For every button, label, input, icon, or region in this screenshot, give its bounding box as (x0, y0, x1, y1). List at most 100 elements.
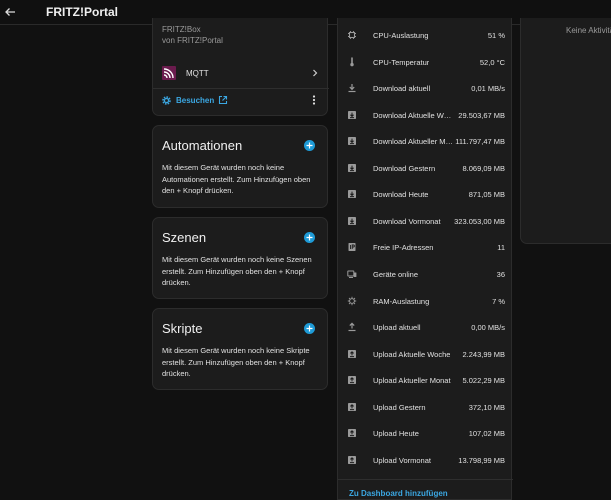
download-box-icon (347, 110, 357, 120)
divider (338, 479, 513, 480)
sensor-row[interactable]: Download Vormonat 323.053,00 MB (347, 214, 505, 228)
sensor-value: 323.053,00 MB (454, 216, 505, 226)
sensor-row[interactable]: Download aktuell 0,01 MB/s (347, 81, 505, 95)
device-model: FRITZ!Box (162, 25, 201, 34)
gear-icon (162, 95, 171, 105)
download-box-icon (347, 216, 357, 226)
device-info-card: FRITZ!Box von FRITZ!Portal MQTT Besuchen (152, 18, 329, 116)
sensor-label: CPU-Temperatur (373, 57, 430, 67)
add-scene-button[interactable] (304, 232, 315, 243)
add-script-button[interactable] (304, 323, 315, 334)
sensor-value: 0,01 MB/s (471, 83, 505, 93)
sensor-row[interactable]: Download Gestern 8.069,09 MB (347, 161, 505, 175)
sensor-value: 36 (496, 269, 505, 279)
sensor-row[interactable]: Download Aktuelle Woche 29.503,67 MB (347, 108, 505, 122)
sensor-value: 51 % (487, 30, 505, 40)
sensor-row[interactable]: Upload Gestern 372,10 MB (347, 400, 505, 414)
activity-card: Keine Aktivitäten (520, 18, 611, 244)
sensor-value: 13.798,99 MB (458, 455, 505, 465)
ram-icon (347, 296, 357, 306)
sensor-value: 52,0 °C (479, 57, 505, 67)
back-arrow-icon[interactable] (2, 4, 18, 20)
sensor-row[interactable]: Download Aktueller Monat 111.797,47 MB (347, 134, 505, 148)
sensor-label: Upload Heute (373, 428, 419, 438)
divider (153, 88, 329, 89)
sensor-row[interactable]: RAM-Auslastung 7 % (347, 294, 505, 308)
more-vert-icon[interactable] (309, 94, 319, 106)
sensor-label: CPU-Auslastung (373, 30, 429, 40)
sensor-value: 111.797,47 MB (455, 136, 505, 146)
sensor-value: 5.022,29 MB (462, 375, 505, 385)
device-manufacturer: von FRITZ!Portal (162, 36, 223, 45)
automations-card: Automationen Mit diesem Gerät wurden noc… (152, 125, 328, 208)
visit-row: Besuchen (161, 93, 319, 107)
sensor-label: Geräte online (373, 269, 419, 279)
sensor-value: 29.503,67 MB (458, 110, 505, 120)
sensors-panel: CPU-Auslastung 51 % CPU-Temperatur 52,0 … (337, 18, 513, 500)
plus-icon (306, 234, 313, 241)
upload-box-icon (347, 428, 357, 438)
section-title: Skripte (162, 321, 203, 336)
page-title: FRITZ!Portal (46, 5, 118, 19)
devices-icon (347, 269, 357, 279)
sensor-label: Download aktuell (373, 83, 431, 93)
download-icon (347, 83, 357, 93)
sensor-row[interactable]: Upload Vormonat 13.798,99 MB (347, 453, 505, 467)
sensor-label: Download Vormonat (373, 216, 441, 226)
sensor-value: 372,10 MB (468, 402, 505, 412)
upload-box-icon (347, 455, 357, 465)
cpu-icon (347, 30, 357, 40)
scenes-card: Szenen Mit diesem Gerät wurden noch kein… (152, 217, 328, 299)
sensor-row[interactable]: Download Heute 871,05 MB (347, 187, 505, 201)
sensor-label: Upload Gestern (373, 402, 426, 412)
download-box-icon (347, 136, 357, 146)
sensor-label: Upload Vormonat (373, 455, 431, 465)
sensor-label: Download Aktuelle Woche (373, 110, 455, 120)
sensor-label: RAM-Auslastung (373, 296, 430, 306)
sensor-row[interactable]: Upload Aktueller Monat 5.022,29 MB (347, 373, 505, 387)
section-title: Automationen (162, 138, 243, 153)
open-in-new-icon[interactable] (218, 95, 228, 105)
integration-mqtt-row[interactable]: MQTT (162, 64, 320, 82)
add-to-dashboard-button[interactable]: Zu Dashboard hinzufügen (349, 489, 448, 498)
sensor-label: Upload Aktueller Monat (373, 375, 451, 385)
sensor-label: Upload aktuell (373, 322, 421, 332)
section-body: Mit diesem Gerät wurden noch keine Autom… (162, 163, 311, 196)
sensor-row[interactable]: Freie IP-Adressen 11 (347, 240, 505, 254)
upload-box-icon (347, 402, 357, 412)
plus-icon (306, 142, 313, 149)
upload-icon (347, 322, 357, 332)
sensor-label: Download Gestern (373, 163, 436, 173)
no-activity-text: Keine Aktivitäten (566, 26, 611, 35)
sensor-label: Upload Aktuelle Woche (373, 349, 451, 359)
integration-label: MQTT (186, 68, 209, 78)
plus-icon (306, 325, 313, 332)
sensor-row[interactable]: Upload aktuell 0,00 MB/s (347, 320, 505, 334)
sensor-value: 0,00 MB/s (471, 322, 505, 332)
sensor-value: 7 % (492, 296, 505, 306)
visit-link[interactable]: Besuchen (176, 96, 214, 105)
sensor-label: Freie IP-Adressen (373, 242, 434, 252)
section-title: Szenen (162, 230, 207, 245)
scripts-card: Skripte Mit diesem Gerät wurden noch kei… (152, 308, 328, 390)
sensor-value: 2.243,99 MB (462, 349, 505, 359)
upload-box-icon (347, 349, 357, 359)
sensor-row[interactable]: Upload Heute 107,02 MB (347, 426, 505, 440)
sensor-row[interactable]: CPU-Auslastung 51 % (347, 28, 505, 42)
upload-box-icon (347, 375, 357, 385)
section-body: Mit diesem Gerät wurden noch keine Szene… (162, 255, 312, 288)
download-box-icon (347, 163, 357, 173)
download-box-icon (347, 189, 357, 199)
sensor-value: 8.069,09 MB (462, 163, 505, 173)
sensor-label: Download Heute (373, 189, 429, 199)
sensor-row[interactable]: Upload Aktuelle Woche 2.243,99 MB (347, 347, 505, 361)
sensor-value: 871,05 MB (468, 189, 505, 199)
section-body: Mit diesem Gerät wurden noch keine Skrip… (162, 346, 310, 379)
sensor-value: 107,02 MB (468, 428, 505, 438)
thermometer-icon (347, 57, 357, 67)
chevron-right-icon (313, 69, 318, 77)
add-automation-button[interactable] (304, 140, 315, 151)
sensor-row[interactable]: CPU-Temperatur 52,0 °C (347, 55, 505, 69)
sensor-row[interactable]: Geräte online 36 (347, 267, 505, 281)
sensor-label: Download Aktueller Monat (373, 136, 455, 146)
